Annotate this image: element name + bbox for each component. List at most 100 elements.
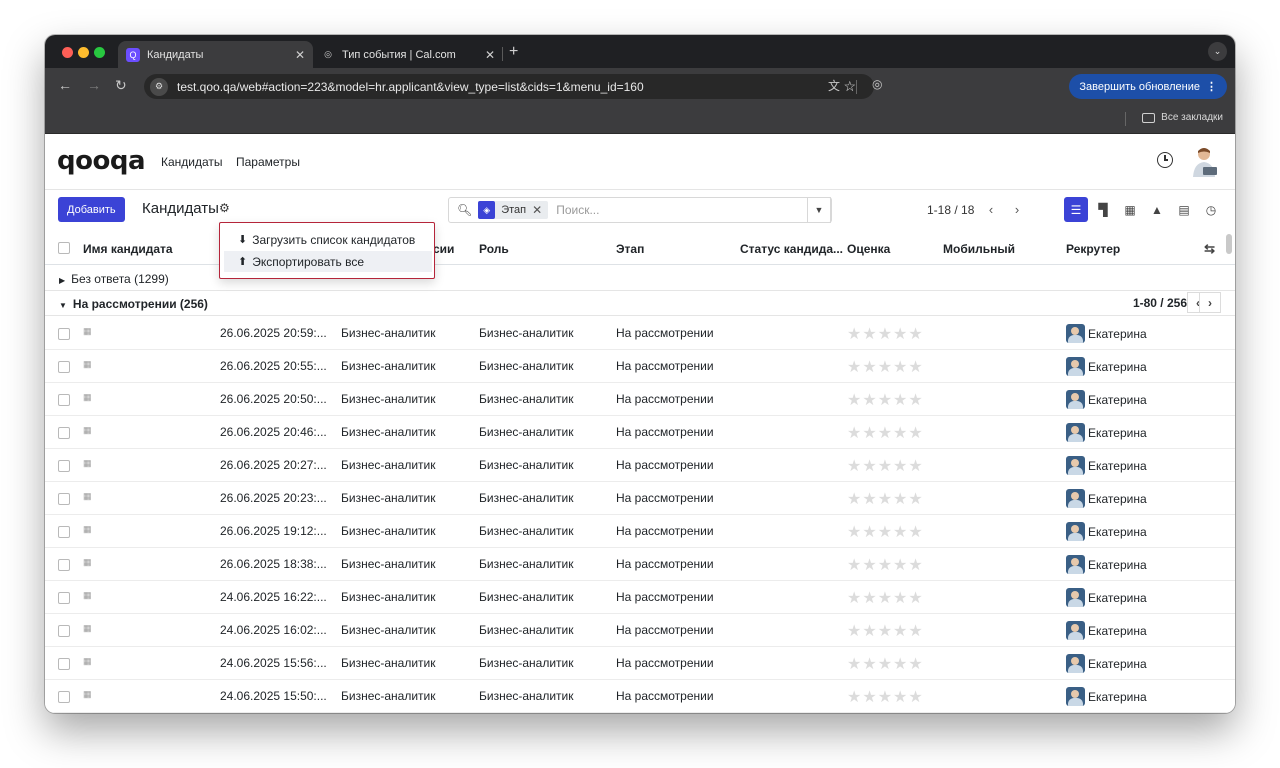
tab-candidates[interactable]: Q Кандидаты ✕ (118, 41, 313, 68)
rating-stars[interactable]: ★★★★★ (847, 588, 924, 608)
search-icon[interactable]: 🔍︎ (457, 203, 472, 217)
bookmark-star-icon[interactable]: ☆ (843, 78, 856, 95)
rating-stars[interactable]: ★★★★★ (847, 456, 924, 476)
rating-stars[interactable]: ★★★★★ (847, 621, 924, 641)
close-window-button[interactable] (62, 47, 73, 58)
properties-icon[interactable]: ▦ (83, 491, 92, 502)
rating-stars[interactable]: ★★★★★ (847, 489, 924, 509)
rating-stars[interactable]: ★★★★★ (847, 555, 924, 575)
rating-stars[interactable]: ★★★★★ (847, 324, 924, 344)
properties-icon[interactable]: ▦ (83, 689, 92, 700)
new-tab-icon[interactable]: + (509, 43, 518, 61)
rating-stars[interactable]: ★★★★★ (847, 654, 924, 674)
brand-logo[interactable]: qooqa (57, 146, 146, 176)
rating-stars[interactable]: ★★★★★ (847, 687, 924, 707)
pager-value[interactable]: 1-18 / 18 (927, 203, 974, 217)
clock-icon[interactable] (1157, 152, 1173, 168)
row-checkbox[interactable] (58, 526, 70, 538)
properties-icon[interactable]: ▦ (83, 458, 92, 469)
calendar-view-icon[interactable]: ▤ (1172, 197, 1196, 222)
back-arrow-icon[interactable]: ← (58, 77, 72, 93)
row-checkbox[interactable] (58, 625, 70, 637)
all-bookmarks-button[interactable]: Все закладки (1142, 112, 1223, 123)
table-row[interactable]: ▦ 26.06.2025 20:46:... Бизнес-аналитик Б… (45, 416, 1235, 449)
table-row[interactable]: ▦ 26.06.2025 20:59:... Бизнес-аналитик Б… (45, 317, 1235, 350)
url-text[interactable]: test.qoo.qa/web#action=223&model=hr.appl… (177, 80, 644, 94)
table-row[interactable]: ▦ 26.06.2025 18:38:... Бизнес-аналитик Б… (45, 548, 1235, 581)
maximize-window-button[interactable] (94, 47, 105, 58)
menu-settings[interactable]: Параметры (236, 155, 300, 169)
table-row[interactable]: ▦ 24.06.2025 15:50:... Бизнес-аналитик Б… (45, 680, 1235, 713)
rating-stars[interactable]: ★★★★★ (847, 390, 924, 410)
group-next-icon[interactable]: › (1199, 292, 1221, 313)
row-checkbox[interactable] (58, 328, 70, 340)
export-all-item[interactable]: ⬆ Экспортировать все (224, 251, 432, 272)
col-name[interactable]: Имя кандидата (83, 242, 173, 256)
extension-icon[interactable]: ◎ (872, 77, 882, 91)
group-row-review[interactable]: ▼ На рассмотрении (256) 1-80 / 256 ‹ › (45, 291, 1235, 316)
close-icon[interactable]: ✕ (295, 48, 305, 62)
rating-stars[interactable]: ★★★★★ (847, 357, 924, 377)
table-row[interactable]: ▦ 26.06.2025 20:27:... Бизнес-аналитик Б… (45, 449, 1235, 482)
scrollbar[interactable] (1226, 234, 1232, 254)
finish-update-button[interactable]: Завершить обновление ⋮ (1069, 74, 1227, 99)
add-button[interactable]: Добавить (58, 197, 125, 222)
table-row[interactable]: ▦ 26.06.2025 19:12:... Бизнес-аналитик Б… (45, 515, 1235, 548)
translate-icon[interactable]: 文 (828, 77, 840, 94)
menu-candidates[interactable]: Кандидаты (161, 155, 223, 169)
tab-search-chevron-icon[interactable]: ⌄ (1208, 42, 1227, 61)
table-row[interactable]: ▦ 24.06.2025 15:56:... Бизнес-аналитик Б… (45, 647, 1235, 680)
row-checkbox[interactable] (58, 559, 70, 571)
col-role[interactable]: Роль (479, 242, 509, 256)
pivot-view-icon[interactable]: ▦ (1118, 197, 1142, 222)
activity-view-icon[interactable]: ◷ (1199, 197, 1223, 222)
properties-icon[interactable]: ▦ (83, 557, 92, 568)
properties-icon[interactable]: ▦ (83, 590, 92, 601)
reload-icon[interactable]: ↻ (115, 77, 127, 94)
row-checkbox[interactable] (58, 394, 70, 406)
rating-stars[interactable]: ★★★★★ (847, 423, 924, 443)
row-checkbox[interactable] (58, 460, 70, 472)
pager-prev-icon[interactable]: ‹ (979, 197, 1003, 221)
col-status[interactable]: Статус кандида... (740, 242, 843, 256)
search-bar[interactable]: 🔍︎ ◈ Этап ✕ ▼ (448, 197, 832, 223)
col-rating[interactable]: Оценка (847, 242, 890, 256)
properties-icon[interactable]: ▦ (83, 425, 92, 436)
search-options-caret-icon[interactable]: ▼ (807, 197, 831, 223)
row-checkbox[interactable] (58, 658, 70, 670)
col-stage[interactable]: Этап (616, 242, 644, 256)
table-row[interactable]: ▦ 24.06.2025 16:02:... Бизнес-аналитик Б… (45, 614, 1235, 647)
table-row[interactable]: ▦ 26.06.2025 20:55:... Бизнес-аналитик Б… (45, 350, 1235, 383)
kanban-view-icon[interactable]: ▜ (1091, 197, 1115, 222)
optional-columns-icon[interactable]: ⇆ (1204, 241, 1215, 257)
table-row[interactable]: ▦ 26.06.2025 20:50:... Бизнес-аналитик Б… (45, 383, 1235, 416)
row-checkbox[interactable] (58, 361, 70, 373)
pager-next-icon[interactable]: › (1005, 197, 1029, 221)
tab-calcom[interactable]: ◎ Тип события | Cal.com ✕ (313, 41, 503, 68)
site-settings-icon[interactable]: ⚙ (150, 77, 168, 96)
remove-facet-icon[interactable]: ✕ (532, 203, 548, 217)
graph-view-icon[interactable]: ▲ (1145, 197, 1169, 222)
close-icon[interactable]: ✕ (485, 48, 495, 62)
row-checkbox[interactable] (58, 427, 70, 439)
search-input[interactable] (556, 203, 787, 217)
properties-icon[interactable]: ▦ (83, 656, 92, 667)
select-all-checkbox[interactable] (58, 242, 70, 254)
properties-icon[interactable]: ▦ (83, 392, 92, 403)
properties-icon[interactable]: ▦ (83, 623, 92, 634)
minimize-window-button[interactable] (78, 47, 89, 58)
search-facet[interactable]: ◈ Этап ✕ (478, 201, 549, 219)
row-checkbox[interactable] (58, 691, 70, 703)
import-candidates-item[interactable]: ⬇ Загрузить список кандидатов (224, 229, 432, 250)
col-recruiter[interactable]: Рекрутер (1066, 242, 1120, 256)
properties-icon[interactable]: ▦ (83, 359, 92, 370)
user-avatar[interactable] (1189, 145, 1221, 177)
properties-icon[interactable]: ▦ (83, 326, 92, 337)
rating-stars[interactable]: ★★★★★ (847, 522, 924, 542)
list-view-icon[interactable]: ☰ (1064, 197, 1088, 222)
col-mobile[interactable]: Мобильный (943, 242, 1015, 256)
group-pager[interactable]: 1-80 / 256 (1133, 296, 1187, 310)
gear-icon[interactable]: ⚙ (219, 201, 230, 215)
properties-icon[interactable]: ▦ (83, 524, 92, 535)
table-row[interactable]: ▦ 26.06.2025 20:23:... Бизнес-аналитик Б… (45, 482, 1235, 515)
